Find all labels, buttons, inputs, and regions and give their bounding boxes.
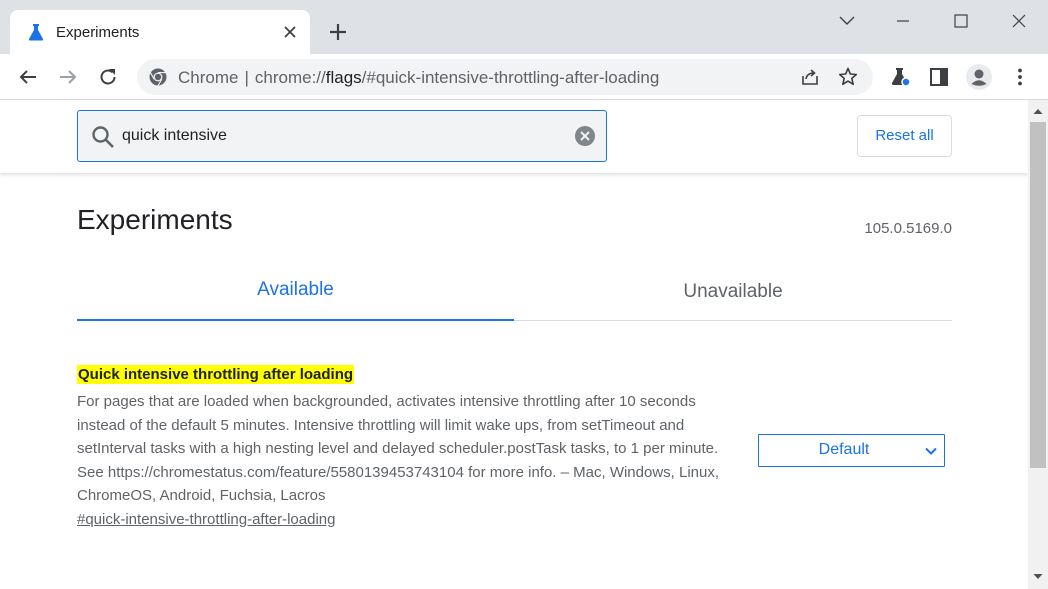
minimize-icon[interactable] <box>888 6 918 36</box>
tab-available[interactable]: Available <box>77 266 514 321</box>
url-host: flags <box>325 68 362 87</box>
url-scheme: chrome:// <box>254 68 326 87</box>
tab-experiments[interactable]: Experiments <box>10 10 310 54</box>
search-input[interactable] <box>122 123 562 149</box>
flags-tabs: Available Unavailable <box>77 266 952 321</box>
share-icon[interactable] <box>799 66 821 88</box>
flag-description: For pages that are loaded when backgroun… <box>77 393 720 504</box>
scroll-up-arrow-icon[interactable] <box>1032 106 1044 116</box>
chrome-icon <box>149 68 167 87</box>
version-label: 105.0.5169.0 <box>864 220 952 237</box>
scroll-down-arrow-icon[interactable] <box>1032 572 1044 582</box>
avatar-icon[interactable] <box>965 63 993 91</box>
arrow-left-icon[interactable] <box>16 65 40 89</box>
close-icon[interactable] <box>1004 6 1034 36</box>
star-icon[interactable] <box>837 66 859 88</box>
flask-icon[interactable] <box>888 65 912 89</box>
arrow-right-icon[interactable] <box>56 65 80 89</box>
reload-icon[interactable] <box>96 65 120 89</box>
page-scrollbar[interactable] <box>1028 100 1048 589</box>
scrollbar-thumb[interactable] <box>1030 122 1046 468</box>
reset-all-button[interactable]: Reset all <box>857 115 952 157</box>
search-box[interactable] <box>77 110 607 162</box>
url-separator: | <box>244 68 249 87</box>
clear-circle-icon[interactable] <box>574 125 596 147</box>
flag-state-select[interactable]: Default <box>758 434 945 467</box>
page-title: Experiments <box>77 204 233 235</box>
search-header: Reset all <box>0 100 1028 173</box>
flag-permalink[interactable]: #quick-intensive-throttling-after-loadin… <box>77 511 952 528</box>
chevron-down-icon[interactable] <box>832 6 862 36</box>
search-icon <box>92 126 114 148</box>
flag-select-value: Default <box>818 441 870 458</box>
chevron-down-icon <box>925 447 937 455</box>
site-label: Chrome <box>178 68 239 87</box>
address-bar[interactable]: Chrome | chrome://flags/#quick-intensive-t… <box>137 59 873 95</box>
tab-strip: Experiments <box>0 0 1048 54</box>
flask-icon <box>28 24 44 41</box>
flag-entry: Quick intensive throttling after loading… <box>77 365 952 528</box>
tab-unavailable[interactable]: Unavailable <box>514 266 952 321</box>
flags-page: Reset all Experiments 105.0.5169.0 Avail… <box>0 100 1028 589</box>
tab-title: Experiments <box>56 24 140 41</box>
url-text: Chrome | chrome://flags/#quick-intensive-t… <box>178 68 659 88</box>
side-panel-icon[interactable] <box>927 65 951 89</box>
toolbar: Chrome | chrome://flags/#quick-intensive-t… <box>0 54 1048 100</box>
new-tab-plus-icon[interactable] <box>326 20 350 44</box>
flag-title: Quick intensive throttling after loading <box>77 365 355 384</box>
kebab-menu-icon[interactable] <box>1008 65 1032 89</box>
url-path: /#quick-intensive-throttling-after-loadi… <box>361 68 660 87</box>
close-icon[interactable] <box>280 22 300 42</box>
maximize-icon[interactable] <box>946 6 976 36</box>
